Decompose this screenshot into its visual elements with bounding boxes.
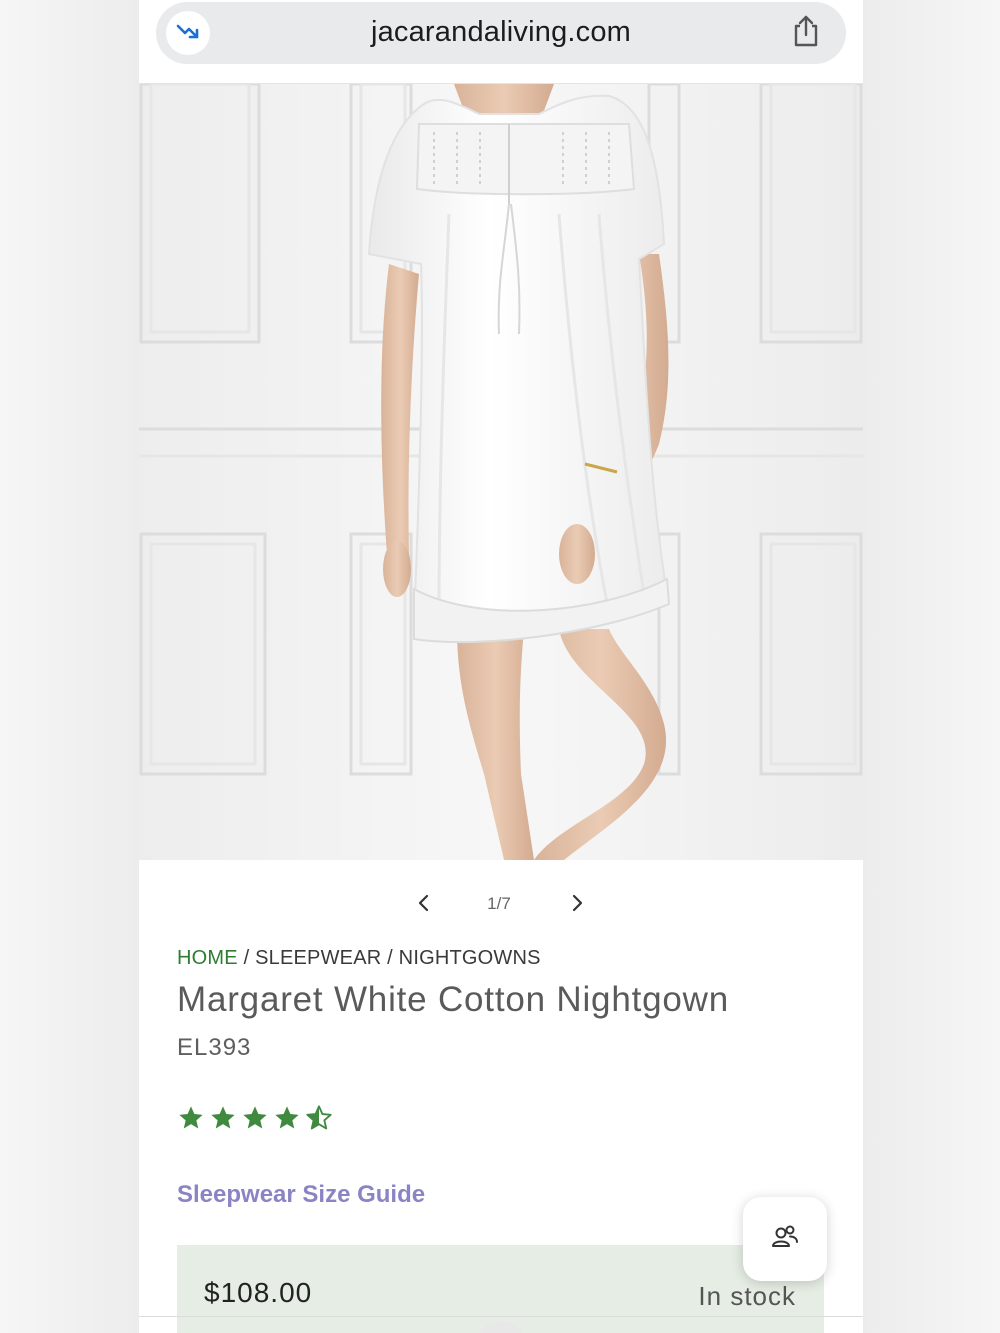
previous-image-button[interactable] <box>409 890 439 920</box>
breadcrumb: HOME / SLEEPWEAR / NIGHTGOWNS <box>177 947 541 970</box>
backdrop-left <box>0 0 140 1333</box>
people-icon <box>770 1224 800 1255</box>
breadcrumb-separator: / <box>381 947 399 969</box>
price-box: $108.00 In stock <box>177 1245 824 1333</box>
product-title: Margaret White Cotton Nightgown <box>177 980 729 1019</box>
image-carousel-nav: 1/7 <box>139 884 863 924</box>
next-image-button[interactable] <box>562 890 592 920</box>
breadcrumb-sleepwear[interactable]: SLEEPWEAR <box>255 947 381 969</box>
chevron-left-icon <box>416 893 432 918</box>
breadcrumb-separator: / <box>237 947 256 969</box>
stock-status: In stock <box>698 1281 796 1311</box>
product-sku: EL393 <box>177 1034 252 1061</box>
community-button[interactable] <box>743 1197 827 1281</box>
address-bar[interactable]: jacarandaliving.com <box>156 2 846 64</box>
product-rating[interactable] <box>177 1104 333 1137</box>
star-full-icon <box>209 1104 237 1137</box>
size-guide-link[interactable]: Sleepwear Size Guide <box>177 1181 425 1209</box>
star-full-icon <box>273 1104 301 1137</box>
image-counter: 1/7 <box>487 894 511 913</box>
browser-toolbar: jacarandaliving.com <box>139 0 863 84</box>
backdrop-right <box>860 0 1000 1333</box>
star-full-icon <box>241 1104 269 1137</box>
product-image[interactable] <box>139 84 863 860</box>
share-button[interactable] <box>788 15 824 51</box>
url-text[interactable]: jacarandaliving.com <box>156 16 846 49</box>
star-full-icon <box>177 1104 205 1137</box>
phone-screen: jacarandaliving.com 1/7 HOME / SLEEPWEAR… <box>139 0 863 1333</box>
breadcrumb-nightgowns[interactable]: NIGHTGOWNS <box>399 947 541 969</box>
star-half-icon <box>305 1104 333 1137</box>
share-icon <box>790 14 822 53</box>
product-photo <box>139 84 863 860</box>
chevron-right-icon <box>569 893 585 918</box>
product-price: $108.00 <box>204 1277 313 1308</box>
divider <box>139 1316 863 1317</box>
breadcrumb-home[interactable]: HOME <box>177 947 238 969</box>
